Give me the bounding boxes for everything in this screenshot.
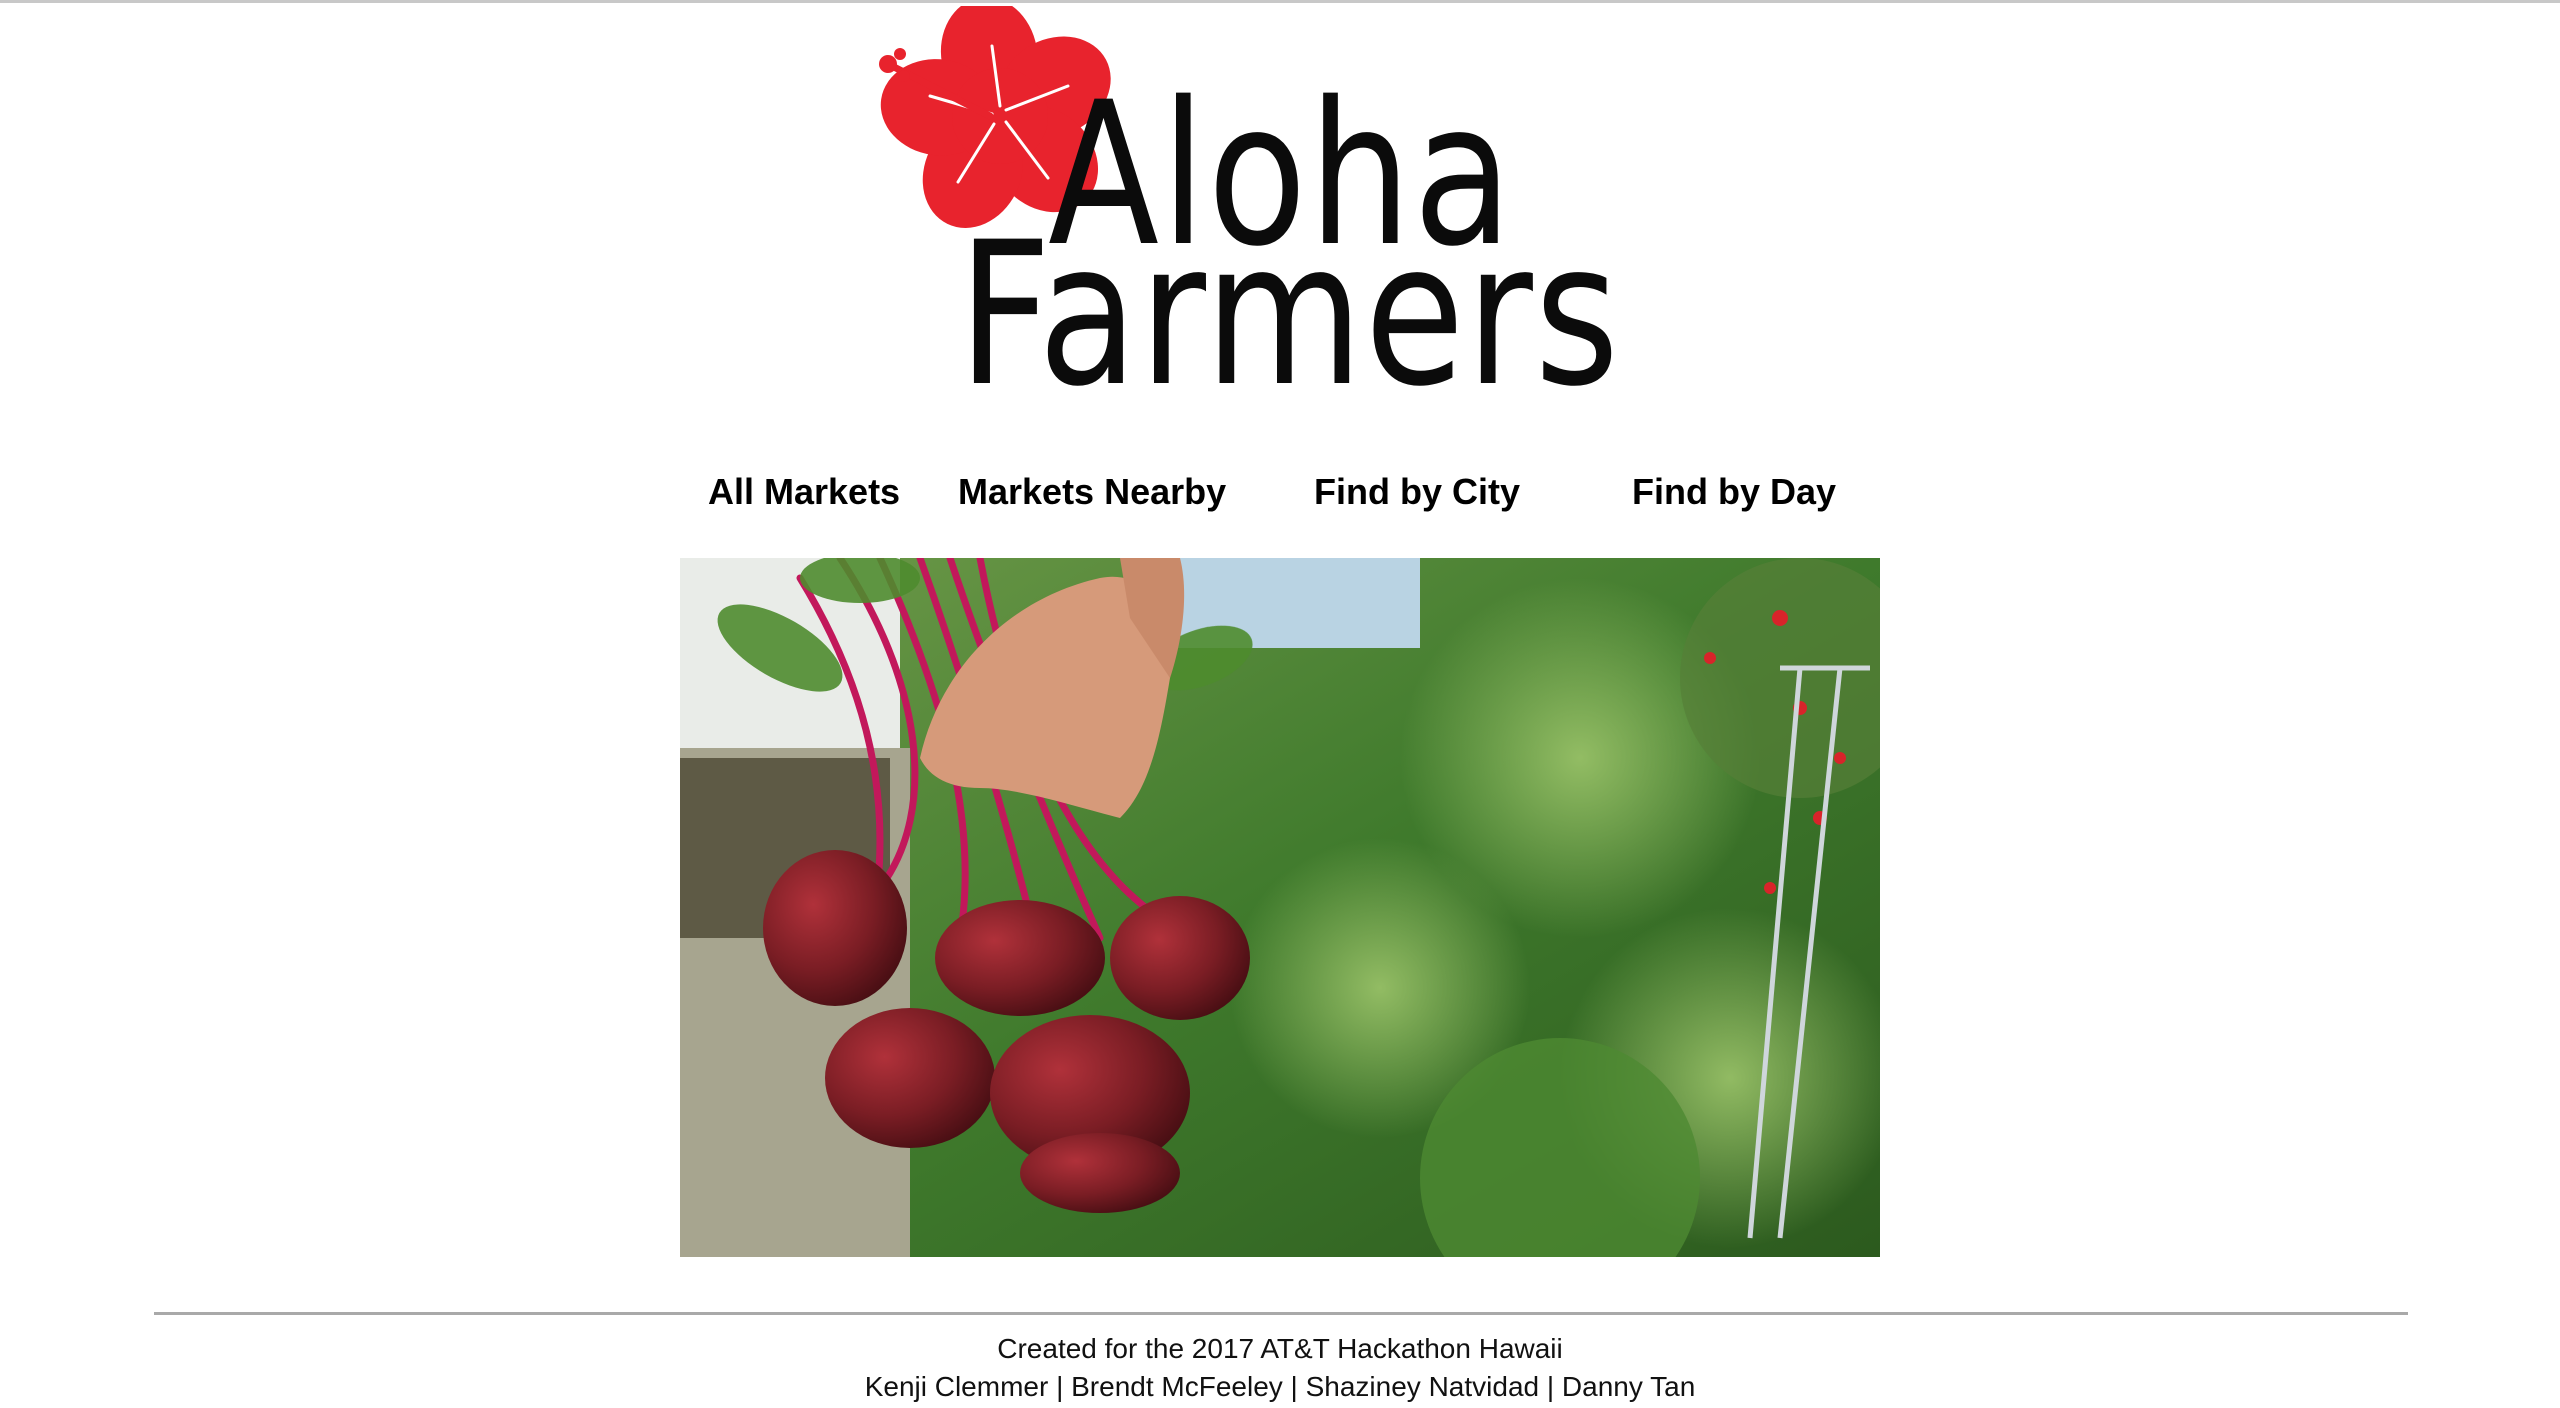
main-nav: All Markets Markets Nearby Find by City … [0,462,2560,522]
hero-image [680,558,1880,1257]
footer-credit: Created for the 2017 AT&T Hackathon Hawa… [997,1333,1563,1364]
top-border [0,0,2560,3]
footer-divider [154,1312,2408,1315]
nav-all-markets[interactable]: All Markets [708,462,900,522]
footer: Created for the 2017 AT&T Hackathon Hawa… [0,1330,2560,1406]
nav-markets-nearby[interactable]: Markets Nearby [958,462,1226,522]
nav-find-by-city[interactable]: Find by City [1314,462,1520,522]
logo-text-farmers: Farmers [958,199,1621,430]
nav-find-by-day[interactable]: Find by Day [1632,462,1836,522]
hand-holding-beets-photo [680,558,1880,1257]
footer-authors: Kenji Clemmer | Brendt McFeeley | Shazin… [864,1371,1696,1402]
site-logo[interactable]: Aloha Farmers [870,6,1619,426]
